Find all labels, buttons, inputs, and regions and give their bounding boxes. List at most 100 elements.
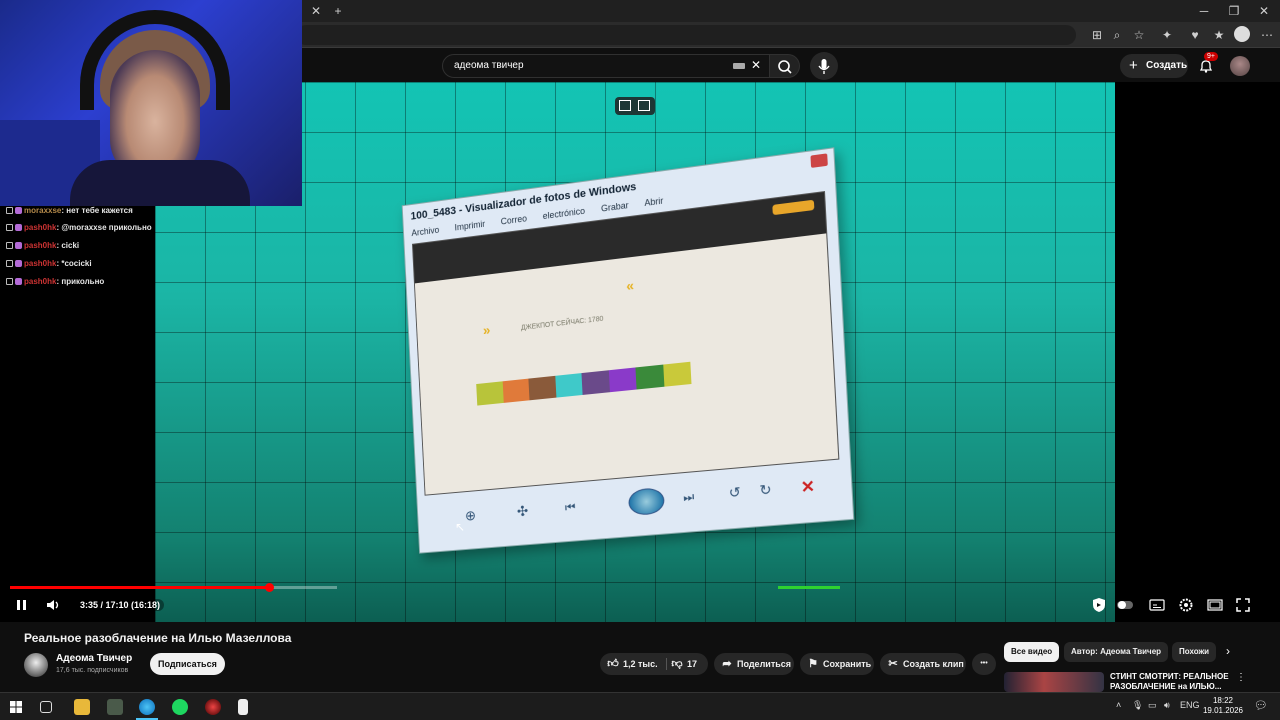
recommendation-thumbnail[interactable] bbox=[1004, 672, 1104, 692]
chip-author[interactable]: Автор: Адеома Твичер bbox=[1064, 642, 1169, 662]
photo-orange-bar bbox=[772, 199, 815, 216]
collections-icon[interactable]: ★ bbox=[1210, 27, 1228, 43]
spotify-icon[interactable] bbox=[172, 699, 188, 715]
chevron-left-icon: « bbox=[625, 276, 635, 294]
chat-text: : @moraxxse прикольно bbox=[56, 223, 152, 232]
video-info-section: Реальное разоблачение на Илью Мазеллова … bbox=[0, 622, 1280, 692]
microphone-icon bbox=[818, 59, 830, 74]
more-actions-button[interactable]: ••• bbox=[972, 653, 996, 675]
chat-message: pash0hk: @moraxxse прикольно bbox=[6, 223, 152, 233]
settings-button[interactable] bbox=[1178, 597, 1194, 616]
notepad-icon[interactable] bbox=[238, 699, 248, 715]
webcam-overlay bbox=[0, 0, 302, 206]
language-indicator[interactable]: ENG bbox=[1180, 700, 1200, 710]
recommendation-menu-icon[interactable]: ⋮ bbox=[1236, 672, 1246, 683]
chat-message: moraxxse: нет тебе кажется bbox=[6, 206, 133, 216]
favorite-star-icon[interactable]: ☆ bbox=[1130, 27, 1148, 43]
clear-search-icon[interactable]: ✕ bbox=[751, 58, 761, 72]
like-button[interactable]: 👍︎ 1,2 тыс. bbox=[600, 653, 666, 675]
account-avatar[interactable] bbox=[1230, 56, 1250, 76]
more-menu-icon[interactable]: ⋯ bbox=[1258, 27, 1276, 43]
app-available-icon[interactable]: ⊞ bbox=[1088, 27, 1106, 43]
video-green-line bbox=[778, 586, 840, 589]
sub-badge-icon bbox=[15, 260, 22, 267]
chip-similar[interactable]: Похожи bbox=[1172, 642, 1216, 662]
microphone-tray-icon[interactable]: 🎙︎ bbox=[1132, 700, 1143, 711]
task-view-icon[interactable] bbox=[40, 701, 52, 713]
twitch-chat-overlay: moraxxse: нет тебе кажется pash0hk: @mor… bbox=[0, 206, 155, 586]
start-button[interactable] bbox=[8, 699, 24, 715]
progress-bar-played bbox=[10, 586, 269, 589]
photo-caption: ДЖЕКПОТ СЕЙЧАС: 1780 bbox=[520, 315, 604, 332]
pause-button[interactable] bbox=[15, 598, 29, 615]
extensions-icon[interactable]: ✦ bbox=[1158, 27, 1176, 43]
close-tab-icon[interactable]: ✕ bbox=[307, 3, 325, 19]
time-display: 3:35 / 17:10 (16:18) bbox=[76, 599, 165, 611]
share-button[interactable]: ➦ Поделиться bbox=[714, 653, 794, 675]
tray-overflow-icon[interactable]: ˄ bbox=[1116, 700, 1121, 710]
pause-icon bbox=[17, 600, 26, 610]
keyboard-icon[interactable] bbox=[733, 63, 745, 69]
window-close-button[interactable]: ✕ bbox=[1255, 3, 1273, 19]
scissors-icon: ✂ bbox=[888, 658, 898, 670]
subtitles-button[interactable] bbox=[1149, 599, 1165, 614]
create-button[interactable]: + Создать bbox=[1120, 54, 1188, 78]
subscribe-button[interactable]: Подписаться bbox=[150, 653, 225, 675]
window-restore-button[interactable]: ❐ bbox=[1225, 3, 1243, 19]
progress-scrubber[interactable] bbox=[265, 583, 274, 592]
file-explorer-icon[interactable] bbox=[74, 699, 90, 715]
more-actions-icon: ••• bbox=[980, 660, 988, 667]
theater-mode-button[interactable] bbox=[1207, 599, 1223, 614]
menu-archivo: Archivo bbox=[411, 224, 440, 239]
app-icon[interactable] bbox=[107, 699, 123, 715]
new-tab-button[interactable]: + bbox=[329, 3, 347, 19]
edge-browser-icon[interactable] bbox=[139, 699, 155, 715]
badge-icon bbox=[6, 242, 13, 249]
window-minimize-button[interactable]: ─ bbox=[1195, 3, 1213, 19]
profile-icon[interactable] bbox=[1234, 26, 1250, 42]
chat-message: pash0hk: cicki bbox=[6, 241, 79, 251]
picture-in-picture-controls[interactable] bbox=[615, 97, 655, 115]
volume-button[interactable] bbox=[46, 598, 62, 615]
channel-avatar[interactable] bbox=[24, 653, 48, 677]
dislike-button[interactable]: 👎︎ 17 bbox=[670, 653, 708, 675]
create-clip-button[interactable]: ✂ Создать клип bbox=[880, 653, 966, 675]
chips-next-icon[interactable]: › bbox=[1226, 644, 1230, 658]
browser-essentials-icon[interactable]: ♥ bbox=[1186, 27, 1204, 43]
shield-icon bbox=[1093, 598, 1105, 612]
voice-search-button[interactable] bbox=[810, 52, 838, 80]
share-label: Поделиться bbox=[737, 659, 792, 669]
obs-icon[interactable] bbox=[205, 699, 221, 715]
autoplay-toggle[interactable] bbox=[1117, 599, 1133, 614]
network-icon[interactable]: ▭ bbox=[1148, 700, 1157, 711]
taskbar-clock[interactable]: 18:22 19.01.2026 bbox=[1200, 696, 1246, 716]
notification-center-icon[interactable]: 💬︎ bbox=[1254, 699, 1268, 712]
zoom-icon[interactable]: ⌕ bbox=[1108, 27, 1126, 43]
fullscreen-button[interactable] bbox=[1236, 598, 1250, 615]
clip-label: Создать клип bbox=[903, 659, 964, 669]
search-button[interactable] bbox=[770, 54, 800, 78]
menu-imprimir: Imprimir bbox=[454, 218, 486, 233]
badge-icon bbox=[6, 260, 13, 267]
chip-all-videos[interactable]: Все видео bbox=[1004, 642, 1060, 662]
sub-badge-icon bbox=[15, 207, 22, 214]
subtitles-icon bbox=[1149, 599, 1165, 611]
pip-icon[interactable] bbox=[619, 100, 631, 111]
channel-name[interactable]: Адеома Твичер bbox=[56, 653, 132, 664]
slideshow-play-icon bbox=[627, 487, 666, 517]
save-button[interactable]: ⚑ Сохранить bbox=[800, 653, 874, 675]
url-input[interactable] bbox=[296, 25, 1076, 45]
menu-grabar: Grabar bbox=[600, 200, 629, 214]
video-popout-icon[interactable] bbox=[638, 100, 650, 111]
adblock-shield-button[interactable] bbox=[1091, 597, 1107, 616]
recommendation-title[interactable]: СТИНТ СМОТРИТ: РЕАЛЬНОЕ РАЗОБЛАЧЕНИЕ на … bbox=[1110, 672, 1230, 692]
chat-message: pash0hk: прикольно bbox=[6, 277, 104, 287]
photo-color-stripe bbox=[476, 361, 692, 406]
fit-icon: ✣ bbox=[516, 502, 529, 520]
volume-icon bbox=[47, 600, 59, 610]
subscriber-count: 17,6 тыс. подписчиков bbox=[56, 667, 129, 674]
volume-tray-icon[interactable]: 🔊︎ bbox=[1164, 700, 1170, 711]
rotate-right-icon: ↻ bbox=[759, 480, 772, 499]
search-input[interactable]: адеома твичер ✕ bbox=[442, 54, 770, 78]
windows-logo-icon bbox=[10, 701, 22, 713]
